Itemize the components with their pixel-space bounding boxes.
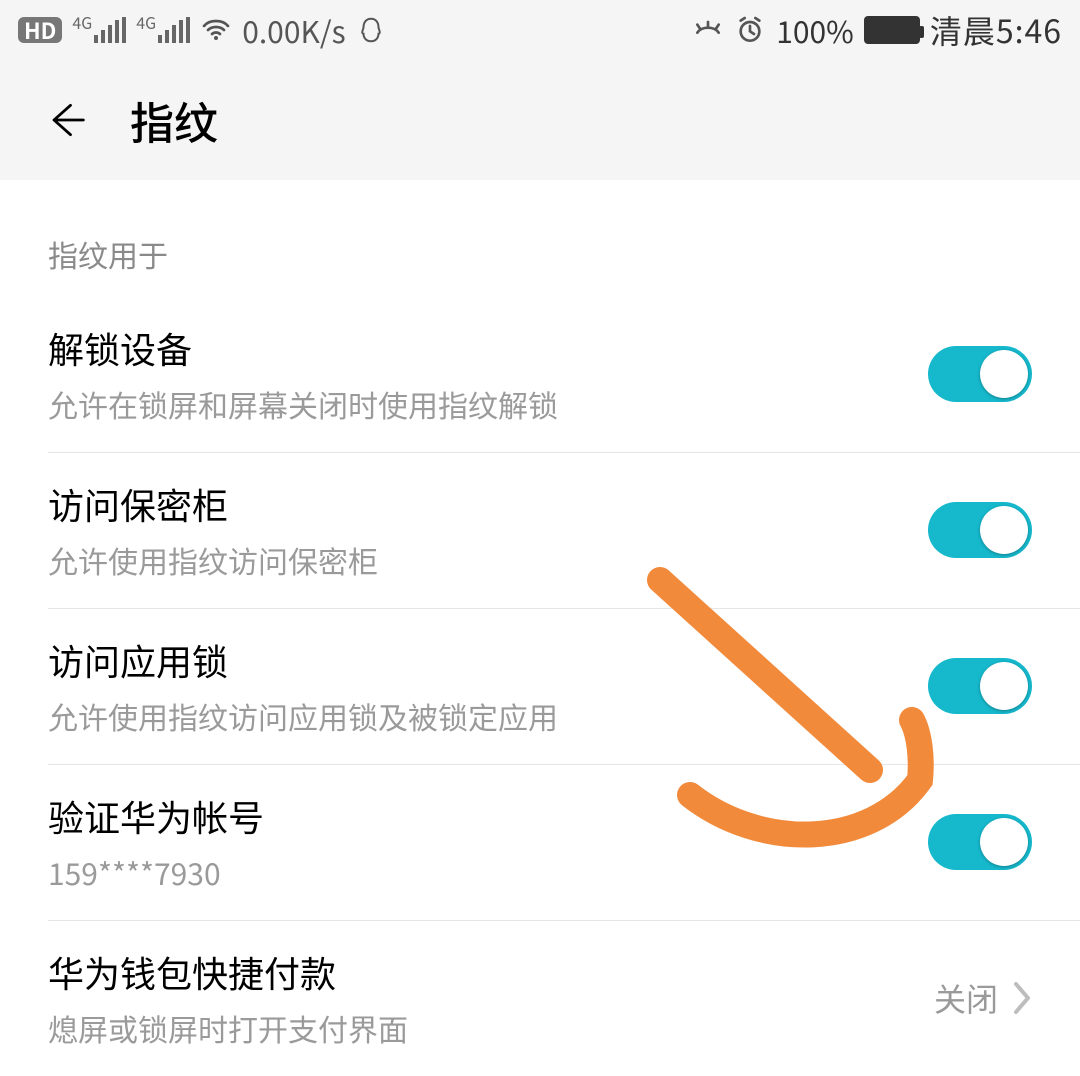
- signal-1-label: 4G: [72, 10, 92, 34]
- row-app-lock[interactable]: 访问应用锁 允许使用指纹访问应用锁及被锁定应用: [0, 608, 1080, 764]
- page-header: 指纹: [0, 60, 1080, 180]
- row-subtitle: 允许在锁屏和屏幕关闭时使用指纹解锁: [48, 382, 558, 426]
- toggle-knob: [980, 506, 1028, 554]
- signal-2-label: 4G: [136, 10, 156, 34]
- network-speed: 0.00K/s: [242, 8, 345, 52]
- section-label: 指纹用于: [0, 180, 1080, 296]
- signal-bars-icon: [94, 17, 126, 43]
- row-subtitle: 熄屏或锁屏时打开支付界面: [48, 1006, 408, 1050]
- status-bar-right: 100% 清晨5:46: [692, 7, 1062, 53]
- row-subtitle: 允许使用指纹访问保密柜: [48, 538, 378, 582]
- row-access-safe[interactable]: 访问保密柜 允许使用指纹访问保密柜: [0, 452, 1080, 608]
- row-title: 解锁设备: [48, 322, 558, 374]
- arrow-left-icon: [43, 98, 87, 142]
- row-subtitle: 允许使用指纹访问应用锁及被锁定应用: [48, 694, 558, 738]
- row-text: 解锁设备 允许在锁屏和屏幕关闭时使用指纹解锁: [48, 322, 558, 426]
- wifi-icon: [200, 14, 232, 46]
- battery-icon: [864, 16, 920, 44]
- signal-1: 4G: [72, 17, 126, 43]
- signal-2: 4G: [136, 17, 190, 43]
- toggle-knob: [980, 350, 1028, 398]
- row-unlock-device[interactable]: 解锁设备 允许在锁屏和屏幕关闭时使用指纹解锁: [0, 296, 1080, 452]
- row-text: 华为钱包快捷付款 熄屏或锁屏时打开支付界面: [48, 946, 408, 1050]
- row-title: 验证华为帐号: [48, 790, 264, 842]
- page-title: 指纹: [130, 88, 218, 152]
- toggle-knob: [980, 818, 1028, 866]
- toggle-unlock-device[interactable]: [928, 346, 1032, 402]
- toggle-app-lock[interactable]: [928, 658, 1032, 714]
- back-button[interactable]: [40, 95, 90, 145]
- signal-bars-icon: [158, 17, 190, 43]
- row-subtitle: 159****7930: [48, 850, 264, 894]
- toggle-access-safe[interactable]: [928, 502, 1032, 558]
- hd-badge: HD: [18, 17, 62, 43]
- row-wallet-quickpay[interactable]: 华为钱包快捷付款 熄屏或锁屏时打开支付界面 关闭: [0, 920, 1080, 1076]
- row-status-text: 关闭: [934, 975, 998, 1021]
- alarm-icon: [734, 14, 766, 46]
- row-title: 华为钱包快捷付款: [48, 946, 408, 998]
- status-bar-left: HD 4G 4G 0.00K/s: [18, 8, 386, 52]
- row-text: 访问应用锁 允许使用指纹访问应用锁及被锁定应用: [48, 634, 558, 738]
- row-title: 访问保密柜: [48, 478, 378, 530]
- row-text: 访问保密柜 允许使用指纹访问保密柜: [48, 478, 378, 582]
- toggle-knob: [980, 662, 1028, 710]
- row-status-link[interactable]: 关闭: [934, 975, 1032, 1021]
- content-area: 指纹用于 解锁设备 允许在锁屏和屏幕关闭时使用指纹解锁 访问保密柜 允许使用指纹…: [0, 180, 1080, 1076]
- chevron-right-icon: [1012, 980, 1032, 1016]
- clock: 清晨5:46: [930, 7, 1062, 53]
- toggle-verify-huawei-id[interactable]: [928, 814, 1032, 870]
- row-text: 验证华为帐号 159****7930: [48, 790, 264, 894]
- status-bar: HD 4G 4G 0.00K/s 100% 清晨5:46: [0, 0, 1080, 60]
- eye-comfort-icon: [692, 14, 724, 46]
- row-verify-huawei-id[interactable]: 验证华为帐号 159****7930: [0, 764, 1080, 920]
- row-title: 访问应用锁: [48, 634, 558, 686]
- battery-percent: 100%: [776, 8, 854, 52]
- qq-penguin-icon: [356, 15, 386, 45]
